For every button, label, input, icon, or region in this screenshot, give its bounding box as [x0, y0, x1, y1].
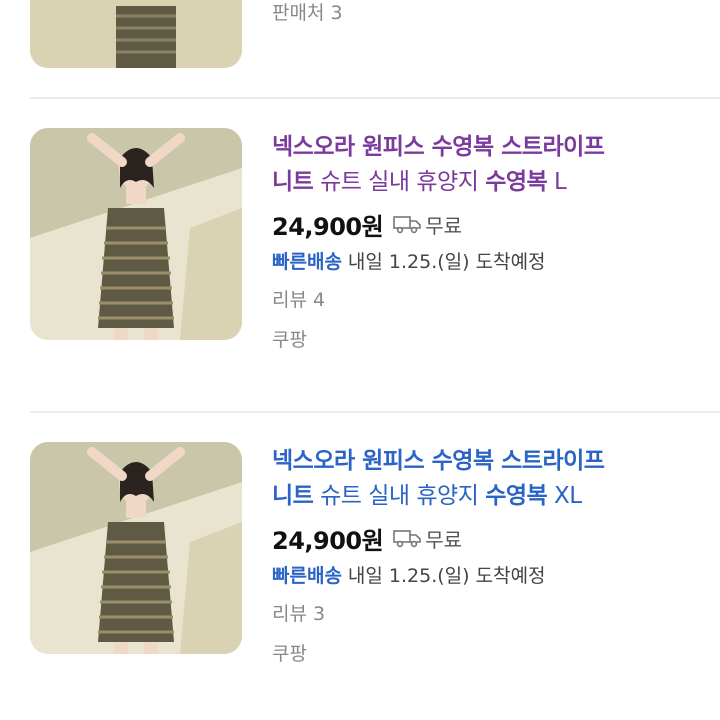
swimsuit-image: [30, 128, 242, 340]
delivery-date: 내일 1.25.(일) 도착예정: [347, 565, 546, 587]
delivery-date: 내일 1.25.(일) 도착예정: [347, 251, 546, 273]
review-count: 리뷰 3: [272, 603, 326, 625]
title-text: 슈트 실내 휴양지: [313, 169, 486, 195]
title-keyword: 니트: [272, 483, 314, 509]
title-keyword: 수영복: [485, 483, 548, 509]
fast-delivery-tag: 빠른배송: [272, 251, 342, 273]
delivery-info: 빠른배송 내일 1.25.(일) 도착예정: [272, 558, 712, 594]
title-text: 슈트 실내 휴양지: [313, 483, 486, 509]
title-line-1: 넥스오라 원피스 수영복 스트라이프: [272, 448, 605, 474]
seller-label: 판매처 3: [272, 2, 343, 24]
product-title[interactable]: 넥스오라 원피스 수영복 스트라이프 니트 슈트 실내 휴양지 수영복 L: [272, 130, 712, 200]
divider: [30, 411, 720, 413]
shipping-info: 무료: [393, 210, 462, 239]
delivery-info: 빠른배송 내일 1.25.(일) 도착예정: [272, 244, 712, 280]
review-count: 리뷰 4: [272, 289, 326, 311]
product-thumbnail[interactable]: [30, 0, 242, 68]
title-size: XL: [547, 483, 582, 509]
product-thumbnail[interactable]: [30, 128, 242, 340]
title-keyword: 수영복: [485, 169, 548, 195]
divider: [30, 97, 720, 99]
title-size: L: [547, 169, 567, 195]
shipping-info: 무료: [393, 524, 462, 553]
swimsuit-image: [30, 0, 242, 68]
truck-icon: [393, 530, 422, 548]
product-title[interactable]: 넥스오라 원피스 수영복 스트라이프 니트 슈트 실내 휴양지 수영복 XL: [272, 444, 712, 514]
title-keyword: 니트: [272, 169, 314, 195]
title-line-1: 넥스오라 원피스 수영복 스트라이프: [272, 134, 605, 160]
swimsuit-image: [30, 442, 242, 654]
truck-icon: [393, 216, 422, 234]
shipping-label: 무료: [425, 527, 463, 552]
product-price: 24,900원: [272, 212, 384, 241]
product-price: 24,900원: [272, 526, 384, 555]
product-thumbnail[interactable]: [30, 442, 242, 654]
fast-delivery-tag: 빠른배송: [272, 565, 342, 587]
shipping-label: 무료: [425, 213, 463, 238]
seller-label: 쿠팡: [272, 643, 307, 665]
seller-label: 쿠팡: [272, 329, 307, 351]
